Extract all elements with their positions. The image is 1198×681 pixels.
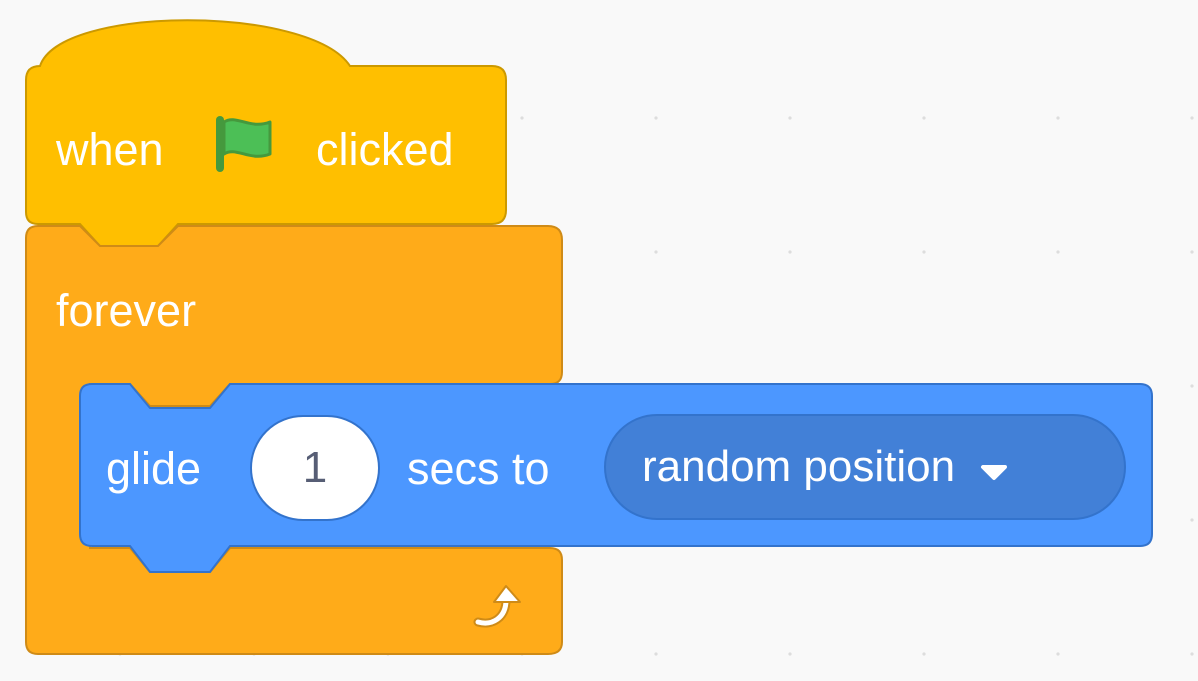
glide-target-value: random position [642,442,956,491]
hat-label-clicked: clicked [316,124,454,175]
grid-dot [922,250,926,254]
grid-dot [1190,384,1194,388]
grid-dot [520,116,524,120]
grid-dot [922,116,926,120]
loop-arrow-icon [473,585,521,628]
glide-label: glide [106,443,202,494]
grid-dot [1056,652,1060,656]
grid-dot [1056,250,1060,254]
grid-dot [1056,116,1060,120]
grid-dot [1190,652,1194,656]
grid-dot [654,250,658,254]
grid-dot [654,116,658,120]
glide-seconds-value: 1 [302,443,328,492]
grid-dot [1190,250,1194,254]
glide-seconds-input[interactable]: 1 [250,415,380,521]
grid-dot [788,652,792,656]
grid-dot [1190,518,1194,522]
scripts-workspace[interactable]: when clicked forever glide 1 secs to ran… [0,0,1198,681]
hat-label-when: when [56,124,164,175]
grid-dot [922,652,926,656]
dropdown-arrow-icon [979,442,1009,492]
secs-to-label: secs to [407,443,550,494]
grid-dot [1190,116,1194,120]
forever-label: forever [56,285,197,336]
grid-dot [788,250,792,254]
grid-dot [654,652,658,656]
glide-target-dropdown[interactable]: random position [604,414,1126,520]
grid-dot [788,116,792,120]
green-flag-icon [216,116,272,172]
